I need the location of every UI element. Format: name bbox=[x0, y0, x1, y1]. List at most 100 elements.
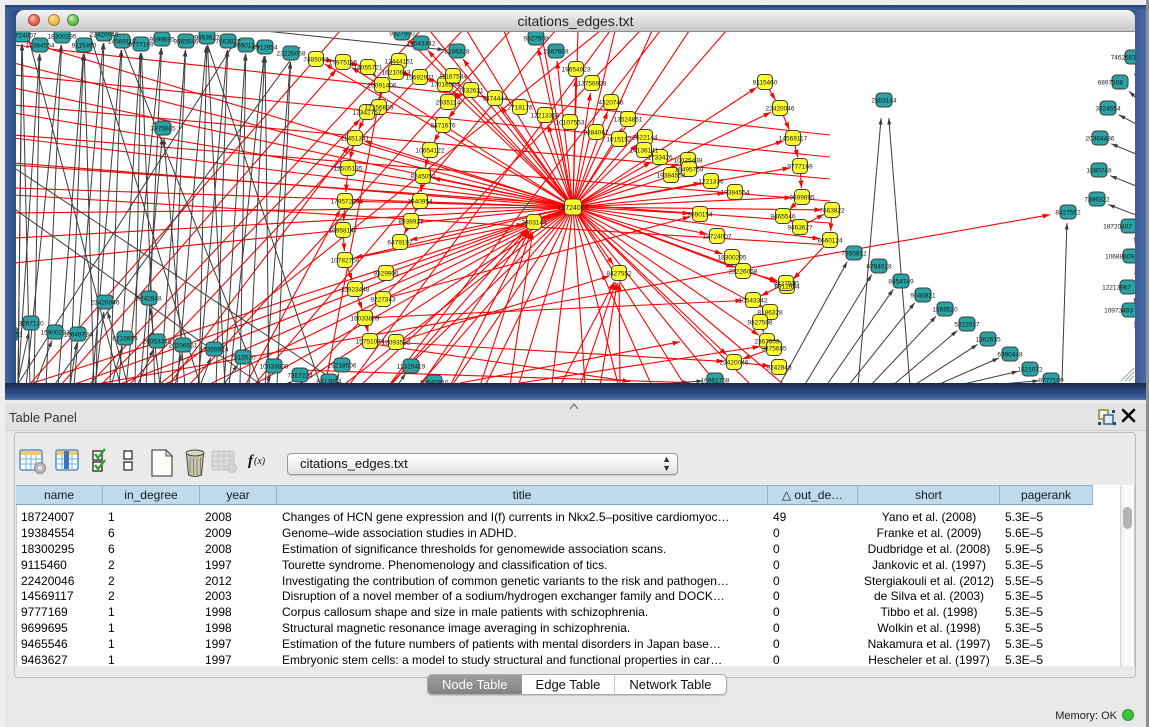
svg-text:9242848: 9242848 bbox=[766, 365, 792, 372]
svg-text:17016504: 17016504 bbox=[431, 82, 460, 89]
svg-text:12342757: 12342757 bbox=[353, 110, 382, 117]
svg-text:1362615: 1362615 bbox=[975, 337, 1001, 344]
svg-text:12093582: 12093582 bbox=[382, 340, 411, 347]
svg-text:4170051: 4170051 bbox=[16, 332, 23, 339]
svg-text:2367608: 2367608 bbox=[754, 339, 780, 346]
svg-text:9327508: 9327508 bbox=[747, 320, 773, 327]
svg-text:9777169: 9777169 bbox=[787, 164, 813, 171]
svg-text:15692971: 15692971 bbox=[406, 75, 435, 82]
svg-text:9890154: 9890154 bbox=[687, 212, 713, 219]
svg-text:3875685: 3875685 bbox=[761, 346, 787, 353]
svg-text:8427552: 8427552 bbox=[606, 271, 632, 278]
svg-text:7357224: 7357224 bbox=[287, 373, 313, 380]
svg-text:2718176: 2718176 bbox=[507, 105, 533, 112]
svg-text:19654923: 19654923 bbox=[562, 67, 591, 74]
svg-text:20206551: 20206551 bbox=[169, 343, 198, 350]
svg-text:16033809: 16033809 bbox=[351, 316, 380, 323]
svg-text:7955812: 7955812 bbox=[841, 251, 867, 258]
svg-text:13524851: 13524851 bbox=[614, 117, 643, 124]
svg-text:11451341: 11451341 bbox=[341, 136, 370, 143]
svg-text:10973493: 10973493 bbox=[1104, 308, 1133, 315]
svg-text:9327500: 9327500 bbox=[389, 32, 415, 38]
svg-text:8186328: 8186328 bbox=[444, 49, 470, 56]
svg-text:7632621: 7632621 bbox=[458, 88, 484, 95]
svg-text:11325419: 11325419 bbox=[397, 364, 426, 371]
svg-text:14136141: 14136141 bbox=[630, 148, 659, 155]
svg-text:1588520: 1588520 bbox=[932, 307, 958, 314]
svg-text:3824554: 3824554 bbox=[1095, 106, 1121, 113]
svg-text:19384554: 19384554 bbox=[657, 173, 686, 180]
svg-text:6897508: 6897508 bbox=[1098, 80, 1124, 87]
svg-text:2803144: 2803144 bbox=[521, 220, 547, 227]
svg-text:19384554: 19384554 bbox=[721, 190, 750, 197]
svg-text:9245052: 9245052 bbox=[410, 174, 436, 181]
svg-text:6794028: 6794028 bbox=[866, 264, 892, 271]
svg-text:22420046: 22420046 bbox=[766, 106, 795, 113]
svg-text:9463627: 9463627 bbox=[787, 225, 813, 232]
svg-text:2803144: 2803144 bbox=[871, 98, 897, 105]
svg-text:8912954: 8912954 bbox=[252, 45, 278, 52]
svg-text:12505135: 12505135 bbox=[334, 166, 363, 173]
svg-text:9115460: 9115460 bbox=[753, 80, 778, 87]
svg-text:8427552: 8427552 bbox=[1055, 210, 1081, 217]
svg-text:10543342: 10543342 bbox=[407, 41, 436, 48]
svg-text:26053346: 26053346 bbox=[143, 339, 172, 346]
svg-text:1221336: 1221336 bbox=[698, 179, 724, 186]
svg-text:18724007: 18724007 bbox=[16, 33, 37, 40]
svg-text:8215955: 8215955 bbox=[112, 336, 138, 343]
svg-text:12213363: 12213363 bbox=[531, 113, 560, 120]
svg-text:23226058: 23226058 bbox=[277, 51, 306, 58]
svg-text:9242848: 9242848 bbox=[136, 296, 162, 303]
svg-text:16495759: 16495759 bbox=[675, 167, 704, 174]
svg-text:10543342: 10543342 bbox=[739, 298, 768, 305]
svg-text:11167534: 11167534 bbox=[439, 74, 467, 81]
svg-text:14055721: 14055721 bbox=[354, 65, 383, 72]
svg-text:14569117: 14569117 bbox=[779, 136, 808, 143]
svg-text:18720407: 18720407 bbox=[1103, 224, 1132, 231]
svg-text:23420046: 23420046 bbox=[720, 360, 749, 367]
svg-text:10033809: 10033809 bbox=[260, 364, 289, 371]
svg-text:19384554: 19384554 bbox=[26, 43, 55, 50]
svg-text:1640954: 1640954 bbox=[407, 199, 433, 206]
svg-text:17957245: 17957245 bbox=[331, 199, 360, 206]
svg-text:18724007: 18724007 bbox=[557, 205, 588, 212]
svg-text:9146821: 9146821 bbox=[910, 293, 936, 300]
svg-text:18300295: 18300295 bbox=[718, 255, 747, 262]
svg-text:9329906: 9329906 bbox=[373, 271, 399, 278]
svg-text:10107553: 10107553 bbox=[556, 120, 585, 127]
svg-text:12213967: 12213967 bbox=[1102, 285, 1131, 292]
svg-text:12923448: 12923448 bbox=[341, 287, 370, 294]
svg-text:10025438: 10025438 bbox=[674, 158, 703, 165]
svg-text:7663822: 7663822 bbox=[819, 208, 845, 215]
svg-text:3267130: 3267130 bbox=[18, 321, 44, 328]
svg-text:20091406: 20091406 bbox=[368, 83, 397, 90]
svg-text:9115460: 9115460 bbox=[72, 43, 97, 50]
svg-text:23420046: 23420046 bbox=[91, 300, 120, 307]
svg-text:9227343: 9227343 bbox=[370, 297, 396, 304]
svg-text:2367608: 2367608 bbox=[543, 49, 569, 56]
svg-text:9699695: 9699695 bbox=[789, 195, 815, 202]
svg-text:3875685: 3875685 bbox=[150, 126, 176, 133]
svg-text:19218506: 19218506 bbox=[328, 363, 357, 370]
svg-text:10958147: 10958147 bbox=[329, 228, 358, 235]
svg-text:12444151: 12444151 bbox=[385, 59, 414, 66]
svg-text:8938923: 8938923 bbox=[398, 219, 424, 226]
svg-text:20364486: 20364486 bbox=[1086, 136, 1115, 143]
svg-text:17359924: 17359924 bbox=[200, 347, 229, 354]
svg-text:2935114: 2935114 bbox=[436, 100, 461, 107]
svg-text:10654122: 10654122 bbox=[416, 148, 445, 155]
svg-text:1733426: 1733426 bbox=[647, 155, 673, 162]
svg-text:15751074: 15751074 bbox=[356, 339, 385, 346]
svg-text:10782759: 10782759 bbox=[331, 258, 360, 265]
svg-text:8660124: 8660124 bbox=[817, 238, 843, 245]
svg-text:16648784: 16648784 bbox=[64, 332, 93, 339]
svg-text:8454749: 8454749 bbox=[888, 279, 914, 286]
svg-text:7485063: 7485063 bbox=[303, 57, 329, 64]
svg-text:9699695: 9699695 bbox=[149, 37, 175, 44]
svg-text:1015152: 1015152 bbox=[606, 137, 632, 144]
svg-text:10688609: 10688609 bbox=[1105, 254, 1134, 261]
svg-text:8471676: 8471676 bbox=[430, 123, 456, 130]
svg-text:1080748: 1080748 bbox=[1086, 168, 1112, 175]
svg-text:6479197: 6479197 bbox=[387, 240, 413, 247]
svg-text:23226058: 23226058 bbox=[729, 269, 758, 276]
